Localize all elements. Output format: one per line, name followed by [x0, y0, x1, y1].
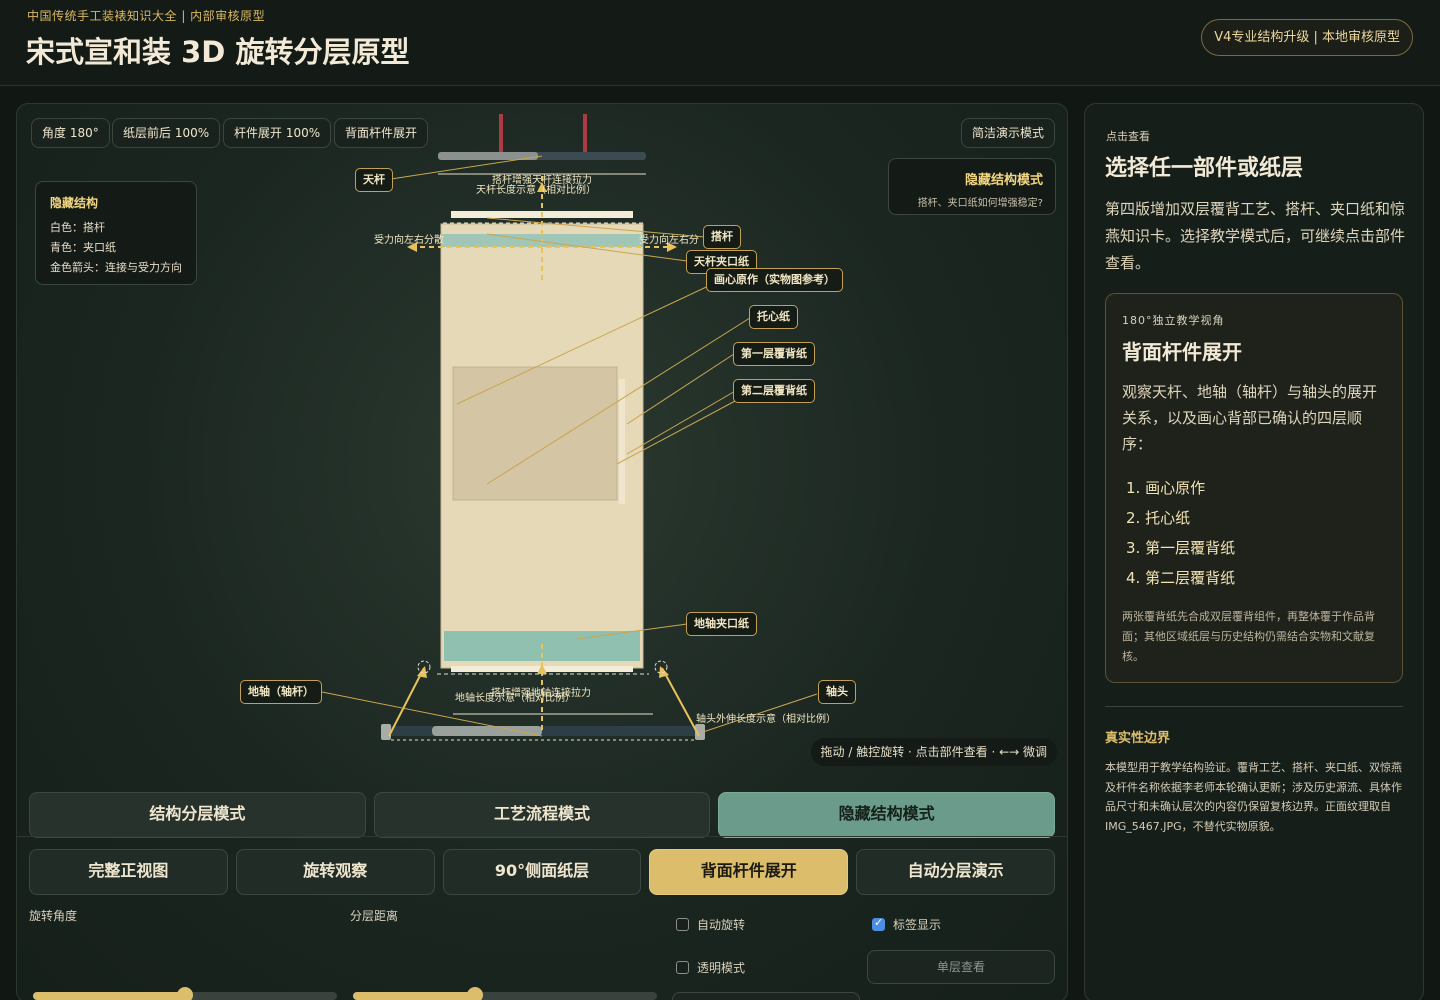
3d-viewport[interactable]: 角度 180° 纸层前后 100% 杆件展开 100% 背面杆件展开 简洁演示模…	[17, 104, 1067, 780]
app-header: 中国传统手工装裱知识大全 | 内部审核原型 宋式宣和装 3D 旋转分层原型 V4…	[0, 0, 1440, 86]
rotation-label: 旋转角度	[29, 909, 78, 923]
extra-control-button[interactable]	[672, 992, 860, 1000]
legend-title: 隐藏结构	[50, 196, 99, 210]
painting-core[interactable]	[452, 366, 618, 501]
interaction-hint: 拖动 / 触控旋转 · 点击部件查看 · ←→ 微调	[810, 738, 1057, 766]
auto-rotate-toggle[interactable]: 自动旋转	[676, 916, 745, 933]
label-tiangan[interactable]: 天杆	[355, 168, 393, 192]
view-chip: 背面杆件展开	[334, 118, 429, 148]
list-item: 4. 第二层覆背纸	[1126, 569, 1236, 587]
section-divider	[17, 836, 1067, 837]
view-auto-layers[interactable]: 自动分层演示	[856, 849, 1055, 895]
layer-spread-chip: 纸层前后 100%	[112, 118, 221, 148]
mode-process-flow[interactable]: 工艺流程模式	[373, 792, 711, 838]
boundary-title: 真实性边界	[1105, 731, 1171, 746]
info-panel: 点击查看 选择任一部件或纸层 第四版增加双层覆背工艺、搭杆、夹口纸和惊燕知识卡。…	[1084, 103, 1424, 1000]
hanging-rod-right	[583, 114, 587, 154]
mode-hidden-structure[interactable]: 隐藏结构模式	[718, 792, 1056, 838]
callout-title: 隐藏结构模式	[964, 173, 1043, 188]
annotation-force-right: 受力向左右分	[639, 235, 699, 246]
annotation-bottom-length: 地轴长度示意（相对比例）	[455, 693, 575, 704]
rod-spread-chip: 杆件展开 100%	[223, 118, 332, 148]
list-item: 2. 托心纸	[1126, 509, 1191, 527]
panel-kicker: 点击查看	[1106, 130, 1150, 143]
transparent-toggle[interactable]: 透明模式	[676, 959, 745, 976]
axis-head-left[interactable]	[381, 724, 391, 740]
annotation-force-left: 受力向左右分散	[374, 235, 444, 246]
annotation-top-length: 天杆长度示意（相对比例）	[476, 185, 596, 196]
mode-structure-layers[interactable]: 结构分层模式	[29, 792, 366, 838]
panel-title: 选择任一部件或纸层	[1105, 156, 1304, 181]
view-rotate[interactable]: 旋转观察	[235, 849, 435, 895]
panel-description: 第四版增加双层覆背工艺、搭杆、夹口纸和惊燕知识卡。选择教学模式后，可继续点击部件…	[1105, 200, 1406, 272]
list-item: 3. 第一层覆背纸	[1126, 539, 1236, 557]
header-kicker: 中国传统手工装裱知识大全 | 内部审核原型	[27, 9, 266, 23]
card-note: 两张覆背纸先合成双层覆背组件，再整体覆于作品背面；其他区域纸层与历史结构仍需结合…	[1122, 610, 1375, 663]
annotation-axis-head: 轴头外伸长度示意（相对比例）	[696, 714, 836, 725]
card-kicker: 180°独立教学视角	[1122, 314, 1225, 327]
label-dizhou-clamp[interactable]: 地轴夹口纸	[686, 612, 757, 636]
angle-chip: 角度 180°	[31, 118, 110, 148]
card-title: 背面杆件展开	[1122, 340, 1242, 364]
auto-rotate-label: 自动旋转	[697, 918, 746, 932]
list-item: 1. 画心原作	[1126, 479, 1206, 497]
layer-distance-label: 分层距离	[350, 909, 399, 923]
rotation-slider-thumb[interactable]	[177, 987, 193, 1000]
mode-callout: 隐藏结构模式 搭杆、夹口纸如何增强稳定?	[888, 158, 1056, 215]
show-labels-toggle[interactable]: 标签显示	[872, 916, 941, 933]
label-fubei-1[interactable]: 第一层覆背纸	[733, 342, 815, 366]
transparent-checkbox[interactable]	[676, 961, 689, 974]
auto-rotate-checkbox[interactable]	[676, 918, 689, 931]
page-title: 宋式宣和装 3D 旋转分层原型	[26, 35, 410, 69]
clean-mode-button[interactable]: 简洁演示模式	[961, 118, 1056, 148]
hanging-rod-left	[499, 114, 503, 154]
layer-order-list: 1. 画心原作 2. 托心纸 3. 第一层覆背纸 4. 第二层覆背纸	[1122, 473, 1386, 593]
view-back-rods[interactable]: 背面杆件展开	[649, 849, 849, 895]
legend-item-white: 白色：搭杆	[50, 221, 105, 234]
label-dizhou[interactable]: 地轴（轴杆）	[240, 680, 322, 704]
model-stage: 角度 180° 纸层前后 100% 杆件展开 100% 背面杆件展开 简洁演示模…	[16, 103, 1068, 1000]
layer-distance-slider-thumb[interactable]	[466, 987, 483, 1000]
version-badge: V4专业结构升级 | 本地审核原型	[1201, 19, 1413, 56]
callout-subtitle: 搭杆、夹口纸如何增强稳定?	[917, 198, 1043, 209]
label-fubei-2[interactable]: 第二层覆背纸	[733, 379, 815, 403]
mode-tabs: 结构分层模式 工艺流程模式 隐藏结构模式	[29, 792, 1056, 838]
view-buttons: 完整正视图 旋转观察 90°侧面纸层 背面杆件展开 自动分层演示	[29, 849, 1055, 895]
show-labels-label: 标签显示	[893, 918, 942, 932]
view-side-90[interactable]: 90°侧面纸层	[442, 849, 642, 895]
single-layer-button[interactable]: 单层查看	[867, 950, 1055, 984]
knowledge-card: 180°独立教学视角 背面杆件展开 观察天杆、地轴（轴杆）与轴头的展开关系，以及…	[1105, 293, 1403, 683]
layer-distance-slider[interactable]	[353, 992, 657, 1000]
show-labels-checkbox[interactable]	[872, 916, 885, 931]
legend-item-teal: 青色：夹口纸	[50, 241, 116, 254]
structure-legend: 隐藏结构 白色：搭杆 青色：夹口纸 金色箭头：连接与受力方向	[35, 181, 197, 285]
label-huaxin[interactable]: 画心原作（实物图参考）	[706, 268, 843, 292]
view-full-front[interactable]: 完整正视图	[29, 849, 228, 895]
legend-item-gold: 金色箭头：连接与受力方向	[50, 261, 182, 274]
panel-divider	[1105, 706, 1403, 707]
label-zhoutou[interactable]: 轴头	[818, 680, 856, 704]
label-dagan[interactable]: 搭杆	[703, 225, 741, 249]
transparent-label: 透明模式	[697, 961, 746, 975]
label-tuoxin[interactable]: 托心纸	[749, 305, 798, 329]
boundary-text: 本模型用于教学结构验证。覆背工艺、搭杆、夹口纸、双惊燕及杆件名称依据李老师本轮确…	[1105, 761, 1402, 833]
card-description: 观察天杆、地轴（轴杆）与轴头的展开关系，以及画心背部已确认的四层顺序：	[1122, 383, 1378, 453]
